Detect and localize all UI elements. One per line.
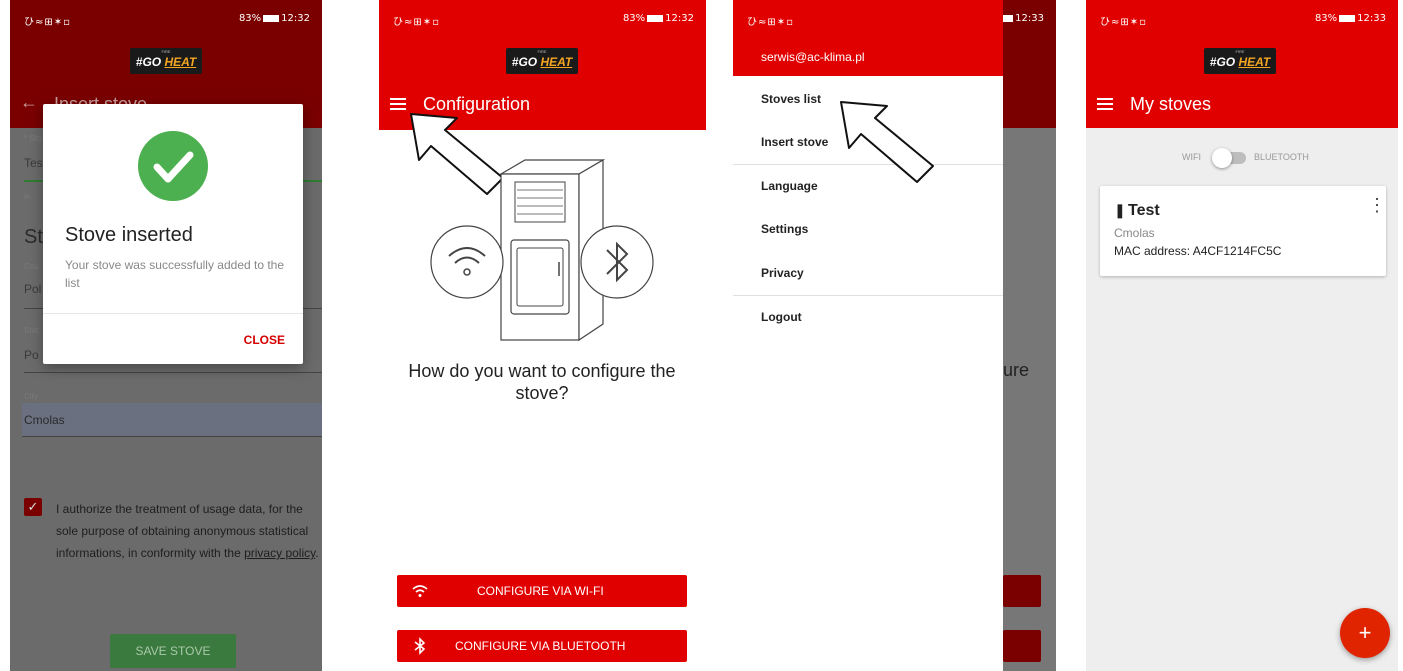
- toggle-label-bluetooth: BLUETOOTH: [1254, 152, 1309, 162]
- city-value: Cmolas: [24, 413, 65, 427]
- toggle-thumb: [1212, 148, 1232, 168]
- dialog-message: Your stove was successfully added to the…: [65, 258, 285, 290]
- signal-icons: ひ≈⊞✶▫: [1100, 17, 1147, 28]
- signal-icons: ひ≈⊞✶▫: [24, 17, 71, 28]
- state-underline: [24, 372, 322, 373]
- go-heat-logo: FIRE #GO HEAT: [506, 48, 578, 74]
- state-input[interactable]: Po: [24, 348, 39, 362]
- stove-card[interactable]: ❚ Test ⋮ Cmolas MAC address: A4CF1214FC5…: [1100, 186, 1386, 276]
- close-button[interactable]: CLOSE: [244, 333, 285, 347]
- signal-icons: ひ≈⊞✶▫: [393, 17, 440, 28]
- state-label: Stat: [24, 326, 39, 335]
- menu-icon[interactable]: [390, 98, 406, 110]
- stove-mac: MAC address: A4CF1214FC5C: [1114, 244, 1282, 258]
- pointer-arrow-icon: [840, 101, 934, 183]
- go-heat-logo: FIRE #GO HEAT: [130, 48, 202, 74]
- screen-my-stoves: ひ≈⊞✶▫ 83% 12:33 FIRE #GO HEAT My stoves W…: [1086, 0, 1398, 671]
- configure-wifi-button[interactable]: CONFIGURE VIA WI-FI: [397, 575, 687, 607]
- checkmark-icon: [138, 131, 208, 201]
- city-input[interactable]: Cmolas: [22, 403, 322, 437]
- connection-toggle[interactable]: WIFI BLUETOOTH: [1182, 148, 1342, 168]
- toggle-label-wifi: WIFI: [1182, 152, 1201, 162]
- status-bar: ひ≈⊞✶▫ 83% 12:32: [393, 13, 694, 28]
- user-email: serwis@ac-klima.pl: [761, 50, 865, 64]
- bluetooth-icon: [414, 637, 426, 655]
- drawer-item-privacy[interactable]: Privacy: [761, 266, 804, 280]
- battery-icon: [647, 14, 664, 22]
- battery-icon: [1339, 14, 1356, 22]
- drawer-status-bar: ひ≈⊞✶▫: [747, 17, 794, 28]
- drawer-item-language[interactable]: Language: [761, 179, 818, 193]
- configure-bluetooth-button[interactable]: CONFIGURE VIA BLUETOOTH: [397, 630, 687, 662]
- configure-question: How do you want to configure the stove?: [408, 361, 676, 403]
- stove-name-label: * Sto: [24, 134, 42, 143]
- drawer-item-stoves-list[interactable]: Stoves list: [761, 92, 821, 106]
- back-arrow-icon[interactable]: ←: [20, 92, 38, 113]
- wifi-icon: [412, 585, 428, 597]
- plug-icon: ❚: [1114, 202, 1126, 218]
- more-options-icon[interactable]: ⋮: [1368, 196, 1386, 214]
- status-bar: ひ≈⊞✶▫ 83%12:33: [1100, 13, 1386, 28]
- background-button-1: [1003, 575, 1041, 607]
- drawer-item-settings[interactable]: Settings: [761, 222, 808, 236]
- status-bar: ひ≈⊞✶▫ 83% 12:32: [24, 13, 310, 28]
- section-heading: St: [24, 226, 43, 248]
- privacy-policy-link[interactable]: privacy policy: [244, 546, 315, 560]
- dialog-title: Stove inserted: [65, 224, 193, 246]
- go-heat-logo: FIRE #GO HEAT: [1204, 48, 1276, 74]
- background-button-2: [1003, 630, 1041, 662]
- stove-illustration: [430, 158, 654, 342]
- country-input[interactable]: Pol: [24, 282, 41, 296]
- plus-icon: +: [1358, 620, 1372, 645]
- battery-icon: [263, 14, 280, 22]
- background-text: ure: [1003, 360, 1030, 380]
- success-dialog: Stove inserted Your stove was successful…: [43, 104, 303, 364]
- dialog-divider: [43, 313, 303, 314]
- screen-configuration: ひ≈⊞✶▫ 83% 12:32 FIRE #GO HEAT Configurati…: [379, 0, 706, 671]
- stove-city: Cmolas: [1114, 226, 1155, 240]
- add-stove-fab[interactable]: +: [1340, 608, 1390, 658]
- consent-text: I authorize the treatment of usage data,…: [56, 502, 319, 560]
- country-label: Cou: [24, 262, 39, 271]
- page-title: My stoves: [1130, 94, 1212, 114]
- screen-nav-drawer: ひ≈⊞✶▫ 83%12:33 ure ひ≈⊞✶▫ serwis@ac-klima…: [733, 0, 1056, 671]
- save-stove-button[interactable]: SAVE STOVE: [110, 634, 236, 668]
- stove-name-hint: ie.: [24, 192, 33, 201]
- drawer-divider: [733, 295, 1003, 296]
- screen-insert-stove: ひ≈⊞✶▫ 83%12:32 FIRE #GO HEAT ← Insert st…: [10, 0, 322, 671]
- stove-name: Test: [1128, 202, 1160, 219]
- city-label: City: [24, 392, 38, 401]
- menu-icon[interactable]: [1097, 98, 1113, 110]
- consent-checkbox[interactable]: ✓: [24, 498, 42, 516]
- stove-name-input[interactable]: Tes: [24, 156, 43, 170]
- drawer-item-insert-stove[interactable]: Insert stove: [761, 135, 828, 149]
- drawer-item-logout[interactable]: Logout: [761, 310, 802, 324]
